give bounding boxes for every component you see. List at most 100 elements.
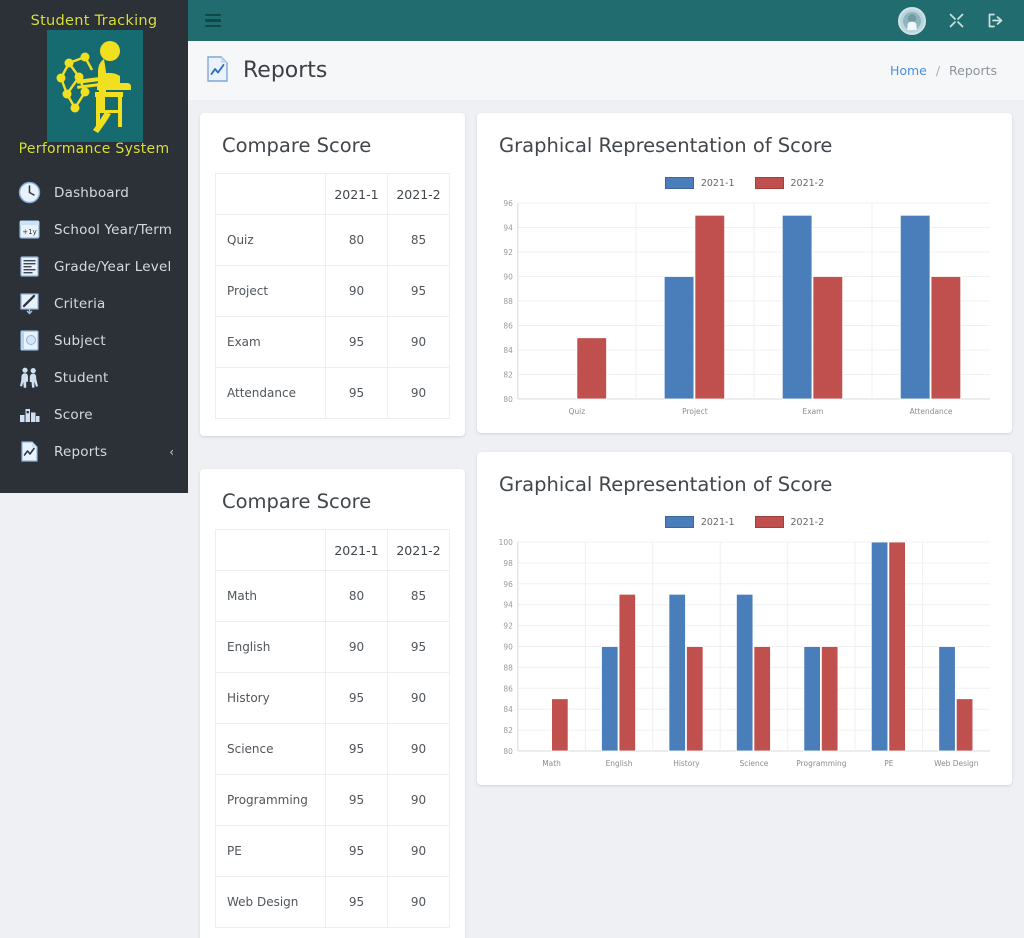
bar-English-2021-2[interactable]: [618, 593, 636, 752]
sidebar-item-label: School Year/Term: [54, 221, 173, 238]
bar-History-2021-1[interactable]: [668, 593, 686, 752]
bar-Science-2021-2[interactable]: [753, 646, 771, 752]
charts-column: Graphical Representation of Score 2021-1…: [477, 113, 1012, 785]
bar-Science-2021-1[interactable]: [736, 593, 754, 752]
row-label: Programming: [215, 774, 326, 826]
column-header-2021-1: 2021-1: [324, 173, 388, 215]
breadcrumb: Home / Reports: [890, 63, 997, 78]
sidebar-item-score[interactable]: Score: [0, 396, 188, 433]
sidebar: Student Tracking Performance System Dash…: [0, 0, 188, 493]
table-row: Math 80 85: [215, 570, 451, 622]
cell-2021-2: 85: [386, 570, 451, 622]
y-tick-label: 80: [503, 395, 513, 404]
bar-Attendance-2021-2[interactable]: [930, 276, 962, 400]
chevron-left-icon[interactable]: ‹: [169, 446, 174, 458]
cell-2021-1: 95: [324, 825, 388, 877]
table-row: Science 95 90: [215, 723, 451, 775]
brand-subtitle: Performance System: [18, 141, 170, 157]
x-tick-label: PE: [884, 759, 893, 768]
chart-legend: 2021-1 2021-2: [491, 177, 998, 189]
column-header-blank: [215, 529, 326, 571]
bar-PE-2021-2[interactable]: [888, 541, 906, 752]
table-row: Web Design 95 90: [215, 876, 451, 928]
table-row: History 95 90: [215, 672, 451, 724]
column-header-2021-2: 2021-2: [386, 529, 451, 571]
x-tick-label: Programming: [796, 759, 846, 768]
legend-swatch: [664, 177, 694, 189]
grade-level-icon: [16, 254, 42, 280]
sidebar-item-subject[interactable]: Subject: [0, 322, 188, 359]
y-tick-label: 94: [503, 223, 513, 232]
cell-2021-1: 95: [324, 876, 388, 928]
subject-bar-chart[interactable]: 80 82 84 86 88 90 92 94 96 98 100 Math English Histor…: [491, 534, 998, 777]
brand-title: Student Tracking: [30, 13, 158, 29]
sidebar-item-dashboard[interactable]: Dashboard: [0, 174, 188, 211]
card-body: 2021-1 2021-2 Quiz 80 85 Project 90 95 Exam 95 9…: [200, 173, 465, 436]
bar-Math-2021-2[interactable]: [551, 698, 569, 752]
bar-Project-2021-2[interactable]: [694, 214, 726, 400]
main-region: Reports Home / Reports Compare Score 202…: [188, 0, 1024, 938]
user-avatar-icon[interactable]: [898, 6, 926, 35]
bar-Web Design-2021-1[interactable]: [938, 646, 956, 752]
cell-2021-2: 90: [386, 876, 451, 928]
table-head: 2021-1 2021-2: [215, 173, 451, 215]
hamburger-icon[interactable]: [205, 13, 221, 28]
bar-Exam-2021-2[interactable]: [812, 276, 844, 400]
y-tick-label: 94: [503, 601, 513, 610]
table-row: English 90 95: [215, 621, 451, 673]
y-tick-label: 82: [503, 370, 512, 379]
legend-item-2021-1[interactable]: 2021-1: [664, 516, 735, 528]
app-root: Student Tracking Performance System Dash…: [0, 0, 1024, 938]
sidebar-item-school-year-term[interactable]: +1y School Year/Term: [0, 211, 188, 248]
breadcrumb-separator: /: [935, 63, 941, 78]
bar-Exam-2021-1[interactable]: [781, 214, 813, 400]
card-title: Compare Score: [222, 134, 372, 157]
row-label: English: [215, 621, 326, 673]
sidebar-item-student[interactable]: Student: [0, 359, 188, 396]
page-title-icon: [205, 55, 231, 87]
bar-Attendance-2021-1[interactable]: [899, 214, 931, 400]
x-tick-label: Quiz: [569, 407, 586, 416]
sidebar-item-grade-year-level[interactable]: Grade/Year Level: [0, 248, 188, 285]
breadcrumb-home-link[interactable]: Home: [890, 63, 927, 78]
logout-icon[interactable]: [987, 12, 1004, 29]
card-title: Graphical Representation of Score: [499, 134, 833, 157]
bar-Project-2021-1[interactable]: [663, 276, 695, 400]
y-tick-label: 82: [503, 726, 512, 735]
y-tick-label: 88: [503, 663, 513, 672]
bar-Programming-2021-2[interactable]: [821, 646, 839, 752]
legend-swatch: [754, 177, 784, 189]
legend-item-2021-2[interactable]: 2021-2: [754, 516, 824, 528]
y-tick-label: 90: [503, 642, 513, 651]
bar-Web Design-2021-2[interactable]: [955, 698, 974, 752]
sidebar-item-label: Dashboard: [54, 184, 130, 201]
bar-PE-2021-1[interactable]: [870, 541, 889, 752]
cell-2021-1: 95: [324, 367, 388, 419]
legend-item-2021-2[interactable]: 2021-2: [754, 177, 824, 189]
table-header-row: 2021-1 2021-2: [215, 529, 451, 571]
fullscreen-icon[interactable]: [948, 12, 965, 29]
dashboard-icon: [16, 180, 42, 206]
bar-History-2021-2[interactable]: [686, 646, 704, 752]
cell-2021-2: 90: [386, 774, 451, 826]
legend-item-2021-1[interactable]: 2021-1: [664, 177, 735, 189]
sidebar-item-label: Criteria: [54, 295, 106, 312]
chart-wrapper: 2021-1 2021-2 80 82 84 86 88 90 92 94 96 Quiz Proje…: [477, 177, 1012, 433]
criteria-bar-chart[interactable]: 80 82 84 86 88 90 92 94 96 Quiz Project Exam Attenda…: [491, 195, 998, 425]
table-body: Math 80 85 English 90 95 History 95 90 Science 95 9…: [215, 570, 451, 928]
row-label: Web Design: [215, 876, 326, 928]
bar-Programming-2021-1[interactable]: [803, 646, 821, 752]
table-row: Quiz 80 85: [215, 214, 451, 266]
sidebar-item-reports[interactable]: Reports ‹: [0, 433, 188, 470]
criteria-pencil-icon: [16, 291, 42, 317]
top-bar-actions: [898, 6, 1004, 35]
y-tick-label: 80: [503, 747, 513, 756]
brand-logo[interactable]: Student Tracking Performance System: [0, 0, 188, 168]
table-row: PE 95 90: [215, 825, 451, 877]
bar-English-2021-1[interactable]: [601, 646, 619, 752]
compare-score-criteria-card: Compare Score 2021-1 2021-2 Quiz 80 85 Proj…: [200, 113, 465, 436]
bar-Quiz-2021-2[interactable]: [576, 337, 607, 400]
y-tick-label: 90: [503, 272, 513, 281]
report-document-icon: [16, 439, 42, 465]
sidebar-item-criteria[interactable]: Criteria: [0, 285, 188, 322]
